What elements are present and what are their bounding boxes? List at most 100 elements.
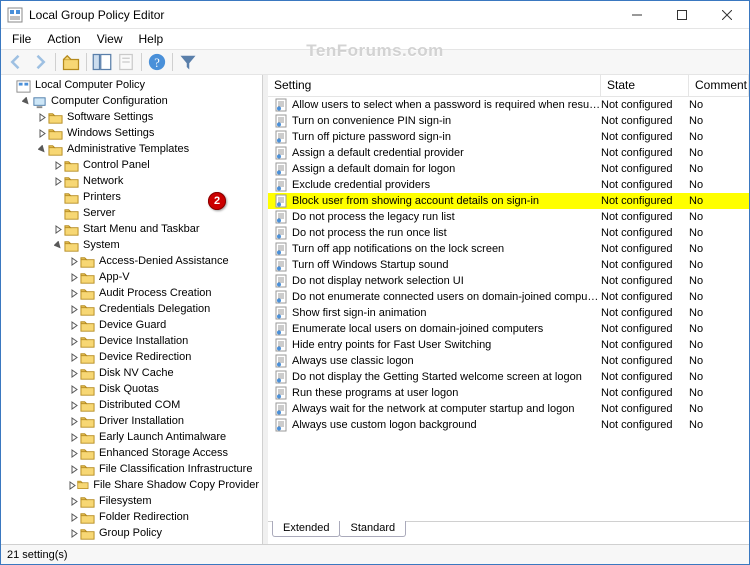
tree-item-server[interactable]: Server <box>52 205 260 221</box>
expander-closed-icon[interactable] <box>36 111 48 123</box>
setting-row[interactable]: Block user from showing account details … <box>268 193 749 209</box>
menu-action[interactable]: Action <box>40 30 87 48</box>
tree-item-credentials-delegation[interactable]: Credentials Delegation <box>68 301 260 317</box>
expander-open-icon[interactable] <box>20 95 32 107</box>
expander-closed-icon[interactable] <box>52 223 64 235</box>
setting-row[interactable]: Do not display network selection UINot c… <box>268 273 749 289</box>
close-button[interactable] <box>704 1 749 28</box>
expander-closed-icon[interactable] <box>52 207 64 219</box>
expander-closed-icon[interactable] <box>68 303 80 315</box>
setting-row[interactable]: Allow users to select when a password is… <box>268 97 749 113</box>
tree-item-group-policy[interactable]: Group Policy <box>68 525 260 541</box>
tree-item-file-classification-infrastructure[interactable]: File Classification Infrastructure <box>68 461 260 477</box>
setting-row[interactable]: Turn on convenience PIN sign-inNot confi… <box>268 113 749 129</box>
expander-closed-icon[interactable] <box>68 335 80 347</box>
tree-item-distributed-com[interactable]: Distributed COM <box>68 397 260 413</box>
tree-item-printers[interactable]: Printers <box>52 189 260 205</box>
setting-row[interactable]: Assign a default domain for logonNot con… <box>268 161 749 177</box>
setting-row[interactable]: Exclude credential providersNot configur… <box>268 177 749 193</box>
expander-closed-icon[interactable] <box>68 543 77 544</box>
expander-closed-icon[interactable] <box>52 191 64 203</box>
setting-row[interactable]: Do not display the Getting Started welco… <box>268 369 749 385</box>
tree-item-file-share-shadow-copy-provider[interactable]: File Share Shadow Copy Provider <box>68 477 260 493</box>
tree-item-root[interactable]: Local Computer Policy <box>4 77 260 93</box>
setting-row[interactable]: Turn off Windows Startup soundNot config… <box>268 257 749 273</box>
setting-row[interactable]: Assign a default credential providerNot … <box>268 145 749 161</box>
expander-open-icon[interactable] <box>52 239 64 251</box>
tree-item-enhanced-storage-access[interactable]: Enhanced Storage Access <box>68 445 260 461</box>
expander-closed-icon[interactable] <box>68 399 80 411</box>
expander-closed-icon[interactable] <box>52 159 64 171</box>
tree-item-internet-communication-management[interactable]: Internet Communication Management <box>68 541 260 544</box>
tree-item-windows-settings[interactable]: Windows Settings <box>36 125 260 141</box>
setting-row[interactable]: Turn off app notifications on the lock s… <box>268 241 749 257</box>
expander-closed-icon[interactable] <box>68 511 80 523</box>
expander-closed-icon[interactable] <box>68 319 80 331</box>
expander-closed-icon[interactable] <box>68 479 77 491</box>
tree-item-early-launch-antimalware[interactable]: Early Launch Antimalware <box>68 429 260 445</box>
setting-row[interactable]: Run these programs at user logonNot conf… <box>268 385 749 401</box>
expander-closed-icon[interactable] <box>68 271 80 283</box>
expander-closed-icon[interactable] <box>68 495 80 507</box>
menu-file[interactable]: File <box>5 30 38 48</box>
tree-item-access-denied-assistance[interactable]: Access-Denied Assistance <box>68 253 260 269</box>
expander-closed-icon[interactable] <box>36 127 48 139</box>
expander-closed-icon[interactable] <box>68 527 80 539</box>
tree-item-device-installation[interactable]: Device Installation <box>68 333 260 349</box>
tab-extended[interactable]: Extended <box>272 521 340 537</box>
expander-closed-icon[interactable] <box>52 175 64 187</box>
column-setting[interactable]: Setting <box>268 75 601 96</box>
tree-item-network[interactable]: Network <box>52 173 260 189</box>
setting-row[interactable]: Show first sign-in animationNot configur… <box>268 305 749 321</box>
expander-closed-icon[interactable] <box>68 415 80 427</box>
setting-row[interactable]: Enumerate local users on domain-joined c… <box>268 321 749 337</box>
setting-row[interactable]: Do not process the run once listNot conf… <box>268 225 749 241</box>
titlebar[interactable]: Local Group Policy Editor <box>1 1 749 29</box>
expander-closed-icon[interactable] <box>68 351 80 363</box>
setting-row[interactable]: Do not process the legacy run listNot co… <box>268 209 749 225</box>
expander-open-icon[interactable] <box>36 143 48 155</box>
tree-item-audit-process-creation[interactable]: Audit Process Creation <box>68 285 260 301</box>
tab-standard[interactable]: Standard <box>339 521 406 537</box>
tree-item-computer-configuration[interactable]: Computer Configuration <box>20 93 260 109</box>
expander-closed-icon[interactable] <box>68 431 80 443</box>
tree-item-driver-installation[interactable]: Driver Installation <box>68 413 260 429</box>
expander-closed-icon[interactable] <box>68 447 80 459</box>
tree-item-folder-redirection[interactable]: Folder Redirection <box>68 509 260 525</box>
tree-item-device-guard[interactable]: Device Guard <box>68 317 260 333</box>
tree-item-software-settings[interactable]: Software Settings <box>36 109 260 125</box>
expander-closed-icon[interactable] <box>68 255 80 267</box>
tree-item-disk-nv-cache[interactable]: Disk NV Cache <box>68 365 260 381</box>
tree-item-control-panel[interactable]: Control Panel <box>52 157 260 173</box>
tree-item-administrative-templates[interactable]: Administrative Templates <box>36 141 260 157</box>
expander-closed-icon[interactable] <box>68 463 80 475</box>
show-hide-tree-button[interactable] <box>91 51 113 73</box>
tree-item-disk-quotas[interactable]: Disk Quotas <box>68 381 260 397</box>
tree-item-system[interactable]: System <box>52 237 260 253</box>
expander-closed-icon[interactable] <box>68 367 80 379</box>
setting-row[interactable]: Do not enumerate connected users on doma… <box>268 289 749 305</box>
tree-item-start-menu[interactable]: Start Menu and Taskbar <box>52 221 260 237</box>
menu-view[interactable]: View <box>90 30 130 48</box>
expander-closed-icon[interactable] <box>68 287 80 299</box>
tree-pane[interactable]: Local Computer PolicyComputer Configurat… <box>1 75 263 544</box>
setting-row[interactable]: Hide entry points for Fast User Switchin… <box>268 337 749 353</box>
setting-row[interactable]: Turn off picture password sign-inNot con… <box>268 129 749 145</box>
export-list-button[interactable] <box>115 51 137 73</box>
filter-button[interactable] <box>177 51 199 73</box>
settings-list[interactable]: Allow users to select when a password is… <box>268 97 749 522</box>
tree-item-app-v[interactable]: App-V <box>68 269 260 285</box>
menu-help[interactable]: Help <box>132 30 171 48</box>
setting-row[interactable]: Always use custom logon backgroundNot co… <box>268 417 749 433</box>
minimize-button[interactable] <box>614 1 659 28</box>
tree-item-device-redirection[interactable]: Device Redirection <box>68 349 260 365</box>
maximize-button[interactable] <box>659 1 704 28</box>
setting-row[interactable]: Always wait for the network at computer … <box>268 401 749 417</box>
tree-item-filesystem[interactable]: Filesystem <box>68 493 260 509</box>
back-button[interactable] <box>5 51 27 73</box>
column-state[interactable]: State <box>601 75 689 96</box>
forward-button[interactable] <box>29 51 51 73</box>
help-button[interactable]: ? <box>146 51 168 73</box>
up-button[interactable] <box>60 51 82 73</box>
column-comment[interactable]: Comment <box>689 75 749 96</box>
